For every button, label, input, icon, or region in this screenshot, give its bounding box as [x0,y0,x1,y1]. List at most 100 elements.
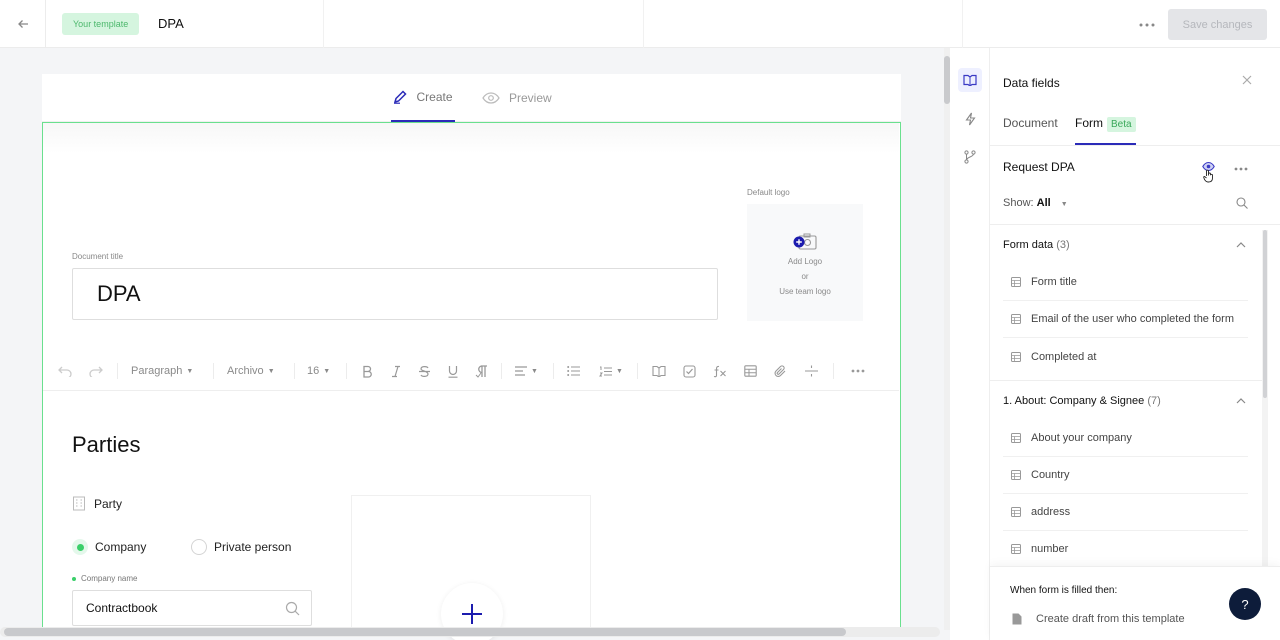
tab-preview-label: Preview [509,91,552,105]
search-icon[interactable] [1236,197,1248,209]
more-horizontal-icon [851,369,865,373]
table-button[interactable] [744,351,757,391]
formula-button[interactable] [713,351,727,391]
list-item-label: Form title [1031,276,1077,288]
radio-private-indicator[interactable] [191,539,207,555]
document-title-input[interactable]: DPA [72,268,718,320]
paragraph-dropdown[interactable]: Paragraph ▼ [131,351,193,391]
align-dropdown[interactable]: ▼ [515,351,538,391]
font-dropdown[interactable]: Archivo ▼ [227,351,275,391]
list-item[interactable]: Country [1003,457,1248,494]
document-name[interactable]: DPA [158,16,184,31]
tab-form[interactable]: Form Beta [1075,116,1136,145]
undo-icon [58,366,72,377]
party-label: Party [72,496,122,511]
company-name-label: Company name [72,574,137,583]
attachment-button[interactable] [774,351,787,391]
chevron-down-icon: ▼ [616,367,623,375]
checkbox-button[interactable] [683,351,696,391]
toolbar-divider [346,363,347,379]
close-icon [1242,75,1252,85]
panel-scrollbar[interactable] [1262,230,1268,600]
horizontal-scroll-thumb[interactable] [4,628,846,636]
help-button[interactable]: ? [1229,588,1261,620]
use-team-logo-link[interactable]: Use team logo [779,284,831,299]
create-draft-label: Create draft from this template [1036,613,1185,625]
add-photo-icon [793,233,817,250]
radio-company[interactable]: Company [72,539,146,555]
horizontal-scrollbar[interactable] [0,627,940,637]
table-icon [744,365,757,377]
document-card: Create Preview Default logo Add Logo or … [42,74,901,640]
list-item[interactable]: Form title [1003,264,1248,301]
numbered-list-icon [599,366,612,376]
more-options-button[interactable] [1136,14,1158,34]
table-icon [1011,351,1021,362]
show-filter[interactable]: Show: All ▼ [1003,197,1068,209]
automations-rail-button[interactable] [958,107,982,131]
signature-block [351,495,591,640]
strikethrough-button[interactable] [418,351,431,391]
chevron-down-icon: ▼ [186,367,194,375]
list-item[interactable]: number [1003,531,1248,568]
divider [323,0,324,48]
company-name-label-text: Company name [81,574,138,583]
more-horizontal-icon [1234,167,1248,171]
list-item[interactable]: Email of the user who completed the form [1003,301,1248,338]
align-left-icon [515,366,527,376]
table-icon [1011,277,1021,287]
hand-cursor-icon [1203,169,1213,183]
numbered-list-dropdown[interactable]: ▼ [599,351,623,391]
required-dot [72,576,76,581]
font-size-dropdown[interactable]: 16 ▼ [307,351,330,391]
toolbar-divider [501,363,502,379]
data-fields-rail-button[interactable] [958,68,982,92]
bullet-list-button[interactable] [567,351,580,391]
undo-button[interactable] [58,351,72,391]
table-icon [1011,470,1021,480]
tab-create[interactable]: Create [391,74,455,122]
create-draft-action[interactable]: Create draft from this template [1012,613,1185,625]
toolbar-divider [294,363,295,379]
panel-scroll-thumb[interactable] [1263,230,1267,398]
radio-private-person[interactable]: Private person [191,539,291,555]
document-editor[interactable]: Default logo Add Logo or Use team logo D… [42,122,901,640]
chevron-up-icon[interactable] [1236,397,1246,404]
company-name-input[interactable]: Contractbook [72,590,312,626]
list-item[interactable]: About your company [1003,420,1248,457]
checkbox-icon [683,364,696,378]
radio-company-indicator[interactable] [72,539,88,555]
close-panel-button[interactable] [1242,72,1252,88]
paragraph-mark-button[interactable] [475,351,489,391]
workflow-rail-button[interactable] [958,145,982,169]
eye-icon [482,92,500,104]
redo-icon [89,366,103,377]
italic-button[interactable] [390,351,402,391]
tab-preview[interactable]: Preview [482,74,552,122]
chevron-down-icon: ▼ [323,367,331,375]
request-more-button[interactable] [1234,158,1248,174]
back-button[interactable] [0,0,46,48]
formatting-toolbar: Paragraph ▼ Archivo ▼ 16 ▼ ▼ ▼ [43,351,899,391]
save-changes-button[interactable]: Save changes [1168,9,1267,40]
insert-field-button[interactable] [652,351,666,391]
toolbar-more-button[interactable] [851,351,865,391]
section-count: (3) [1056,239,1070,251]
bold-button[interactable] [361,351,373,391]
list-item[interactable]: address [1003,494,1248,531]
logo-upload[interactable]: Add Logo or Use team logo [747,204,863,321]
search-icon[interactable] [285,601,300,616]
add-logo-link[interactable]: Add Logo [788,254,822,269]
bullet-list-icon [567,366,580,376]
function-icon [713,365,726,377]
underline-button[interactable] [447,351,459,391]
tab-document[interactable]: Document [1003,116,1058,130]
section-form-data[interactable]: Form data (3) [1003,239,1070,251]
redo-button[interactable] [89,351,103,391]
section-about-company[interactable]: 1. About: Company & Signee (7) [1003,395,1161,407]
chevron-up-icon[interactable] [1236,241,1246,248]
list-item[interactable]: Completed at [1003,338,1248,375]
page-break-button[interactable] [805,351,818,391]
section-count: (7) [1147,395,1161,407]
table-icon [1011,544,1021,554]
